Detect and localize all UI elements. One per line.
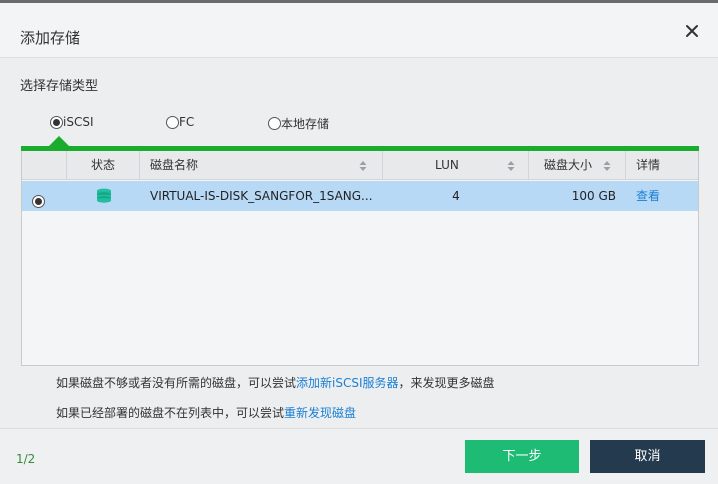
column-disk-size-label: 磁盘大小 xyxy=(544,158,593,172)
sort-icon[interactable] xyxy=(603,160,611,172)
disk-table-header: 状态 磁盘名称 LUN 磁盘大小 详情 xyxy=(22,151,698,180)
column-disk-size[interactable]: 磁盘大小 xyxy=(529,151,626,180)
storage-type-fc-label: FC xyxy=(179,115,195,129)
row-detail-link[interactable]: 查看 xyxy=(636,181,686,211)
close-icon[interactable] xyxy=(684,23,700,39)
row-disk-name: VIRTUAL-IS-DISK_SANGFOR_1SANG... xyxy=(150,189,373,203)
radio-button-local[interactable] xyxy=(268,117,281,130)
row-select-radio[interactable] xyxy=(32,195,45,208)
column-details-label: 详情 xyxy=(636,158,661,172)
column-lun-label: LUN xyxy=(435,158,459,172)
hint-2-prefix: 如果已经部署的磁盘不在列表中，可以尝试 xyxy=(56,406,285,420)
hint-1-suffix: ，来发现更多磁盘 xyxy=(398,376,495,390)
column-status-label: 状态 xyxy=(90,158,115,172)
row-lun: 4 xyxy=(452,189,460,203)
column-status: 状态 xyxy=(67,151,140,180)
column-disk-name-label: 磁盘名称 xyxy=(150,158,199,172)
dialog-title: 添加存储 xyxy=(20,29,81,47)
hint-line-1: 如果磁盘不够或者没有所需的磁盘，可以尝试添加新iSCSI服务器，来发现更多磁盘 xyxy=(56,374,495,391)
radio-button-fc[interactable] xyxy=(166,115,179,129)
row-disk-size: 100 GB xyxy=(571,189,616,203)
next-button[interactable]: 下一步 xyxy=(465,440,579,473)
row-radio-cell[interactable] xyxy=(32,181,52,211)
radio-button-iscsi[interactable] xyxy=(50,115,63,129)
rediscover-disk-link[interactable]: 重新发现磁盘 xyxy=(284,406,356,420)
row-status-cell xyxy=(67,181,140,211)
table-row[interactable]: VIRTUAL-IS-DISK_SANGFOR_1SANG... 4 100 G… xyxy=(22,181,698,211)
hint-1-prefix: 如果磁盘不够或者没有所需的磁盘，可以尝试 xyxy=(56,376,297,390)
storage-type-label: 选择存储类型 xyxy=(20,79,99,94)
column-details: 详情 xyxy=(626,151,698,180)
storage-type-local-label: 本地存储 xyxy=(281,117,330,131)
disk-stack-icon xyxy=(96,188,111,203)
storage-type-fc-option[interactable]: FC xyxy=(166,115,194,129)
storage-type-iscsi-label: iSCSI xyxy=(63,115,94,129)
hint-line-2: 如果已经部署的磁盘不在列表中，可以尝试重新发现磁盘 xyxy=(56,404,356,421)
column-lun[interactable]: LUN xyxy=(383,151,529,180)
sort-icon[interactable] xyxy=(359,160,367,172)
cancel-button[interactable]: 取消 xyxy=(590,440,705,473)
add-iscsi-server-link[interactable]: 添加新iSCSI服务器 xyxy=(296,376,399,390)
column-select xyxy=(22,151,67,180)
disk-table: 状态 磁盘名称 LUN 磁盘大小 详情 VIRTUAL-IS-DISK_SANG… xyxy=(21,151,699,366)
dialog-header: 添加存储 xyxy=(0,3,718,58)
step-indicator: 1/2 xyxy=(16,452,36,466)
add-storage-dialog: 添加存储 选择存储类型 iSCSI FC 本地存储 状态 磁盘名称 LUN 磁盘… xyxy=(0,3,718,484)
column-disk-name[interactable]: 磁盘名称 xyxy=(140,151,383,180)
storage-type-local-option[interactable]: 本地存储 xyxy=(268,115,329,132)
sort-icon[interactable] xyxy=(507,160,515,172)
dialog-footer: 1/2 下一步 取消 xyxy=(0,428,718,484)
storage-type-iscsi-option[interactable]: iSCSI xyxy=(50,115,94,129)
